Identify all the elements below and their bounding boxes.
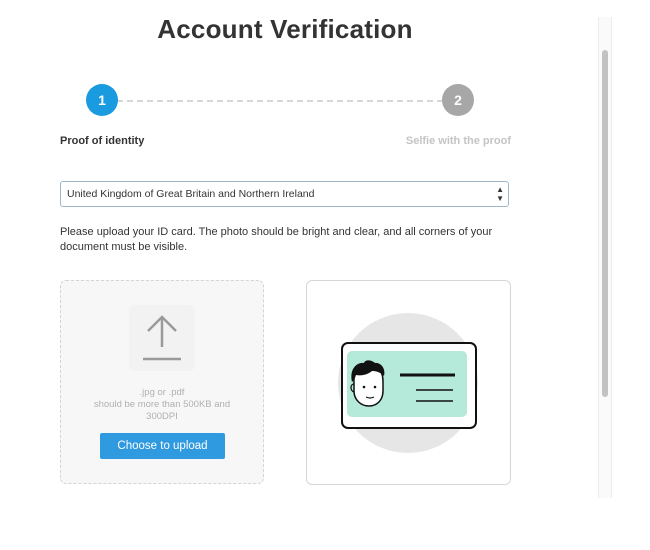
- choose-to-upload-button[interactable]: Choose to upload: [100, 433, 225, 459]
- updown-arrows-icon: ▲ ▼: [496, 185, 504, 203]
- upload-arrow-icon: [129, 305, 195, 371]
- scrollbar[interactable]: [598, 17, 612, 498]
- country-select-value: United Kingdom of Great Britain and Nort…: [67, 188, 315, 200]
- step-2-indicator: 2: [442, 84, 474, 116]
- stepper-connector: [117, 100, 443, 102]
- upload-hint-dpi: 300DPI: [146, 411, 178, 422]
- id-card-example: [306, 280, 511, 485]
- step-1-label: Proof of identity: [60, 135, 145, 147]
- page-title: Account Verification: [157, 14, 413, 44]
- country-select[interactable]: United Kingdom of Great Britain and Nort…: [60, 181, 509, 207]
- id-card-illustration: [338, 313, 478, 453]
- scrollbar-thumb[interactable]: [602, 50, 608, 397]
- step-2-label: Selfie with the proof: [405, 135, 511, 147]
- upload-instructions: Please upload your ID card. The photo sh…: [60, 226, 493, 253]
- upload-hint-formats: .jpg or .pdf: [139, 387, 185, 398]
- verification-page: Account Verification 1 2 Proof of identi…: [0, 0, 650, 550]
- step-1-indicator: 1: [86, 84, 118, 116]
- upload-dropzone[interactable]: .jpg or .pdf should be more than 500KB a…: [60, 280, 264, 484]
- upload-hint-size: should be more than 500KB and: [93, 399, 231, 410]
